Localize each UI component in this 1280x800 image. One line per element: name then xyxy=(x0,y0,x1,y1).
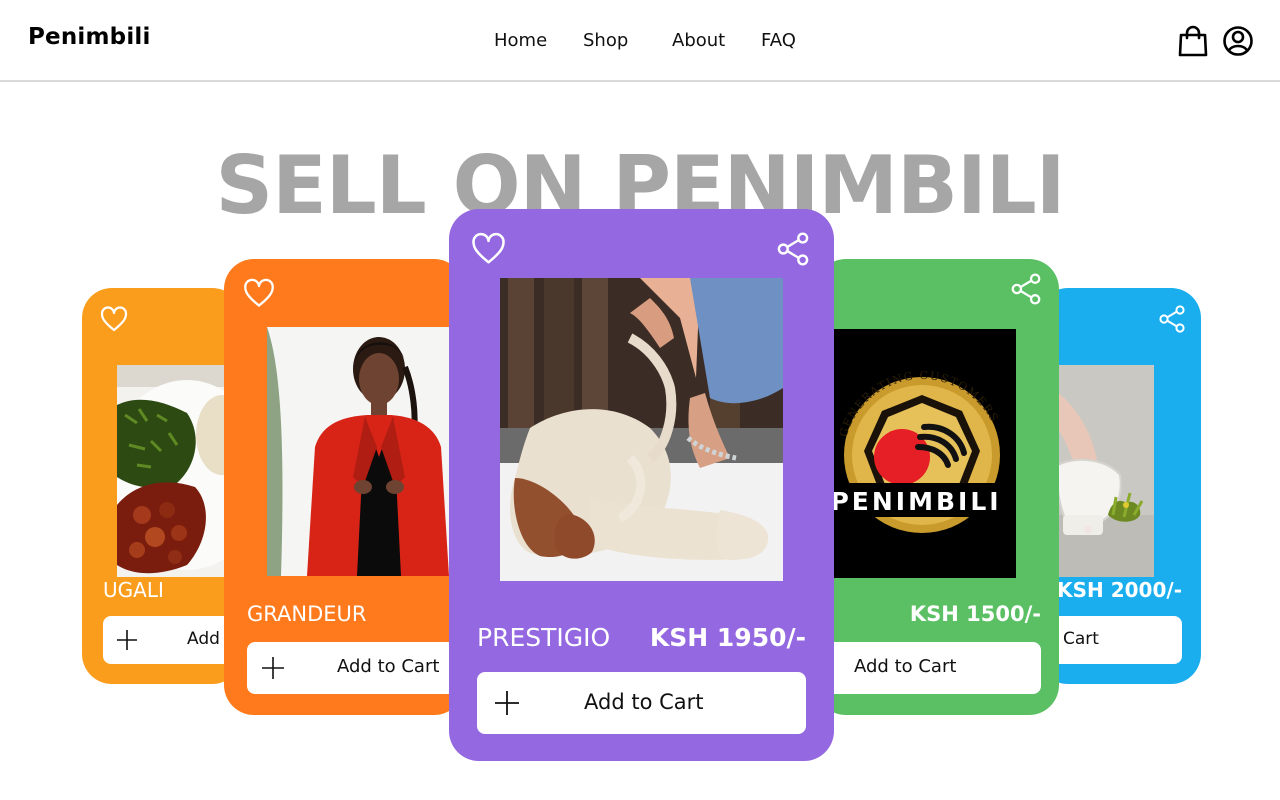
product-name: UGALI xyxy=(103,578,164,602)
nav-about[interactable]: About xyxy=(672,30,725,51)
product-card-heels[interactable]: KSH 2000/- Cart xyxy=(1038,288,1201,684)
add-to-cart-button[interactable]: Add to Cart xyxy=(477,672,806,734)
add-to-cart-label: Add to Cart xyxy=(337,656,440,677)
add-to-cart-button[interactable]: Cart xyxy=(1038,616,1182,664)
product-price: KSH 1950/- xyxy=(649,623,806,652)
share-icon[interactable] xyxy=(1158,305,1186,333)
user-account-icon[interactable] xyxy=(1222,24,1254,58)
heart-icon[interactable] xyxy=(471,232,506,265)
product-card-prestigio[interactable]: PRESTIGIO KSH 1950/- Add to Cart xyxy=(449,209,834,761)
nav-home[interactable]: Home xyxy=(494,30,547,51)
product-card-ugali[interactable]: UGALI Add xyxy=(82,288,242,684)
heart-icon[interactable] xyxy=(243,278,275,308)
product-name: PRESTIGIO xyxy=(477,623,611,652)
add-to-cart-button[interactable]: Add to Cart xyxy=(816,642,1041,694)
share-icon[interactable] xyxy=(776,232,810,266)
nav-faq[interactable]: FAQ xyxy=(761,30,796,51)
shopping-bag-icon[interactable] xyxy=(1177,24,1209,58)
product-image-prestigio[interactable] xyxy=(500,278,783,581)
add-to-cart-button[interactable]: Add xyxy=(103,616,242,664)
logo-wordmark: PENIMBILI xyxy=(830,487,1001,516)
add-to-cart-label: Add to Cart xyxy=(854,656,957,677)
product-image-grandeur[interactable] xyxy=(267,327,464,576)
penimbili-logo-image[interactable]: PENIMBILI GENERATING CUSTOMERS xyxy=(816,329,1016,578)
plus-icon xyxy=(262,657,284,679)
add-to-cart-button[interactable]: Add to Cart xyxy=(247,642,464,694)
plus-icon xyxy=(117,630,137,650)
product-card-grandeur[interactable]: GRANDEUR Add to Cart xyxy=(224,259,464,715)
product-price: KSH 1500/- xyxy=(909,602,1041,626)
product-price: KSH 2000/- xyxy=(1057,578,1182,602)
add-to-cart-label: Add to Cart xyxy=(584,690,704,714)
nav-shop[interactable]: Shop xyxy=(583,30,628,51)
add-to-cart-label: Cart xyxy=(1063,629,1099,649)
product-name: GRANDEUR xyxy=(247,602,367,626)
add-to-cart-label: Add xyxy=(187,629,220,649)
plus-icon xyxy=(495,691,519,715)
heart-icon[interactable] xyxy=(100,306,128,332)
site-header: Penimbili Home Shop About FAQ xyxy=(0,0,1280,82)
product-card-penimbili[interactable]: PENIMBILI GENERATING CUSTOMERS N KSH 150… xyxy=(816,259,1059,715)
brand-logo[interactable]: Penimbili xyxy=(28,24,151,50)
share-icon[interactable] xyxy=(1010,273,1042,305)
